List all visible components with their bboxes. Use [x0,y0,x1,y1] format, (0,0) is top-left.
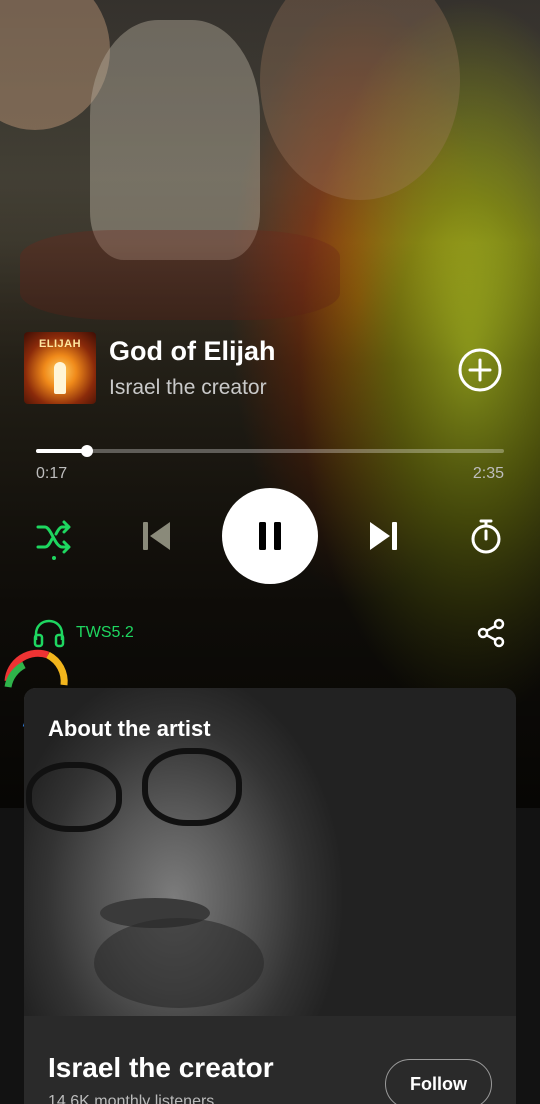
progress-bar[interactable] [36,445,504,457]
album-cover[interactable]: ELIJAH [24,332,96,404]
sleep-timer-button[interactable] [462,512,510,560]
share-icon [477,618,505,648]
shuffle-button[interactable] [30,512,78,562]
shuffle-active-indicator [52,556,56,560]
photo-detail [26,762,122,832]
photo-detail [94,918,264,1008]
device-label: TWS5.2 [76,624,134,641]
track-artist[interactable]: Israel the creator [109,376,267,400]
share-button[interactable] [474,616,508,650]
connected-device[interactable]: TWS5.2 [32,618,134,648]
time-total: 2:35 [472,465,504,482]
card-artist-name: Israel the creator [48,1052,274,1083]
album-cover-title: ELIJAH [38,338,82,350]
plus-circle-icon [458,348,502,392]
about-artist-heading: About the artist [48,716,211,741]
artwork-shade [0,0,540,808]
shuffle-icon [36,520,71,554]
follow-button[interactable]: Follow [385,1059,492,1104]
skip-next-icon [370,522,397,550]
progress-fill [36,449,88,453]
about-artist-card[interactable]: About the artist Israel the creator 14.6… [24,688,516,1104]
pause-button[interactable] [222,488,318,584]
add-to-library-button[interactable] [456,346,504,394]
track-title[interactable]: God of Elijah [109,336,276,367]
background-artwork [0,0,540,808]
previous-button[interactable] [132,512,180,560]
timer-icon [471,519,501,554]
next-button[interactable] [360,512,408,560]
photo-detail [142,748,242,826]
headphones-icon [33,619,65,648]
time-elapsed: 0:17 [36,465,68,482]
pause-icon [259,522,281,550]
album-cover-figure [54,362,66,394]
skip-previous-icon [143,522,170,550]
monthly-listeners: 14.6K monthly listeners [48,1093,215,1104]
